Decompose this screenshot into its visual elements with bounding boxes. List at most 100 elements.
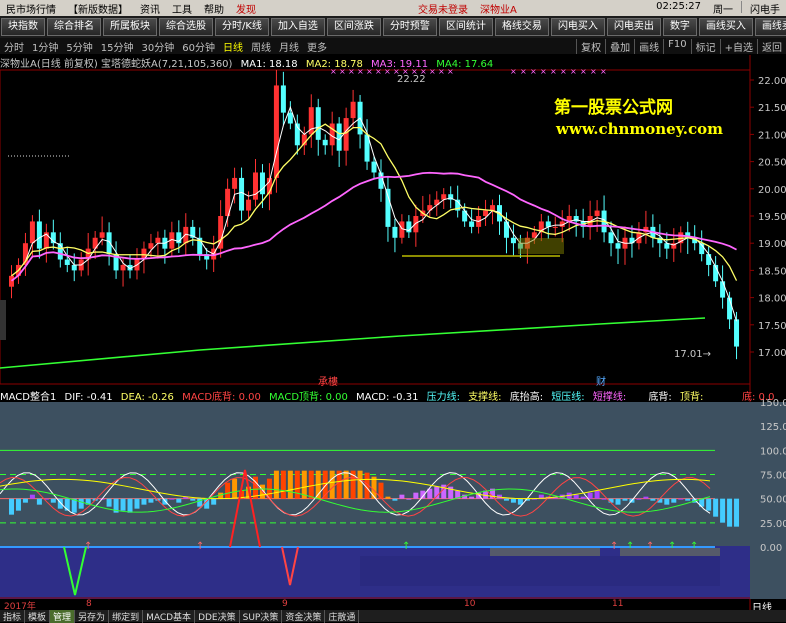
macd-bar [169, 498, 175, 500]
low-annotation: 17.01→ [674, 349, 711, 360]
support-line-label: 支撑线: [468, 392, 502, 403]
indicator-axis-label: 25.00 [760, 519, 786, 530]
bottom-tab[interactable]: 另存为 [75, 609, 110, 623]
signal-arrow: ↑ [196, 541, 204, 552]
marker-cross: × [447, 67, 454, 76]
x-axis: 2017年 8 9 10 11 [0, 599, 750, 612]
macd-bar [22, 498, 28, 503]
macd-bar [273, 470, 279, 499]
watermark-url: www.chnmoney.com [556, 120, 723, 138]
short-press-label: 短压线: [551, 392, 585, 403]
left-handle [0, 300, 6, 340]
bottom-tab[interactable]: 指标 [0, 609, 26, 623]
macd-bar [211, 498, 217, 505]
marker-cross: × [375, 67, 382, 76]
watermark-title: 第一股票公式网 [554, 98, 673, 118]
macd-bar [406, 498, 412, 500]
macd-bar [734, 498, 740, 527]
top-div-label: 顶背: [680, 392, 704, 403]
macd-bar [664, 498, 670, 505]
lower-shade [360, 556, 720, 586]
price-axis-label: 20.00 [758, 185, 786, 196]
candle-body [315, 107, 321, 140]
macd-bar [120, 498, 126, 511]
macd-bar [294, 470, 300, 499]
candle-body [483, 210, 489, 216]
candle-body [120, 264, 126, 271]
candle-body [510, 237, 516, 244]
macd-bar [615, 498, 621, 505]
marker-cross: × [330, 67, 337, 76]
macd-bar [622, 498, 628, 501]
marker-cross: × [570, 67, 577, 76]
price-axis-label: 21.50 [758, 103, 786, 114]
macd-value: MACD: -0.31 [356, 392, 419, 403]
candle-body [350, 101, 356, 119]
macd-bar [127, 498, 133, 513]
price-axis-label: 17.00 [758, 348, 786, 359]
macd-bar [329, 470, 335, 499]
event-marker: 承樓 [318, 375, 338, 388]
candle-body [413, 216, 419, 233]
candle-body [469, 221, 475, 227]
price-axis-label: 17.50 [758, 321, 786, 332]
bottom-tab[interactable]: 管理 [50, 609, 76, 623]
macd-bar [9, 498, 14, 515]
marker-cross: × [560, 67, 567, 76]
indicator-axis-label: 50.00 [760, 495, 786, 506]
price-axis-label: 21.00 [758, 130, 786, 141]
macd-bar [385, 496, 391, 499]
dea-value: DEA: -0.26 [120, 392, 174, 403]
macd-bar [685, 498, 691, 501]
candle-body [155, 237, 161, 244]
signal-arrow: ↑ [402, 541, 410, 552]
marker-cross: × [580, 67, 587, 76]
indicator-name[interactable]: MACD整合1 [0, 392, 56, 403]
macd-bar [594, 490, 600, 499]
indicator-axis-label: 0.00 [760, 543, 782, 554]
marker-cross: × [366, 67, 373, 76]
macd-bar [280, 470, 286, 499]
candle-body [273, 85, 279, 178]
macd-bar [727, 498, 733, 527]
bottom-tab[interactable]: MACD基本 [143, 609, 196, 623]
price-axis-label: 19.50 [758, 212, 786, 223]
indicator-axis-label: 125.00 [760, 422, 786, 433]
bottom-tab[interactable]: 资金决策 [282, 609, 326, 623]
macd-bar [162, 498, 168, 505]
candle-body [552, 226, 558, 228]
marker-cross: × [590, 67, 597, 76]
macd-bar [720, 498, 726, 523]
macd-top-value: MACD顶背: 0.00 [269, 392, 348, 403]
marker-cross: × [550, 67, 557, 76]
lower-band [620, 548, 720, 556]
marker-cross: × [357, 67, 364, 76]
candle-body [343, 118, 349, 151]
candle-body [239, 177, 245, 211]
bottom-tab[interactable]: DDE决策 [195, 609, 240, 623]
bottom-tab[interactable]: 绑定到 [109, 609, 144, 623]
bottom-tab[interactable]: 庄散通 [325, 609, 360, 623]
macd-bar [357, 470, 363, 499]
macd-bar [106, 498, 112, 507]
macd-bar [176, 498, 182, 503]
macd-bar [580, 496, 586, 499]
indicator-info-line: MACD整合1 DIF: -0.41 DEA: -0.26 MACD底背: 0.… [0, 388, 786, 403]
macd-bar [141, 498, 147, 505]
candle-body [615, 243, 621, 249]
bottom-tab[interactable]: 模板 [25, 609, 51, 623]
macd-bar [678, 498, 684, 500]
indicator-axis-label: 75.00 [760, 471, 786, 482]
macd-bar [308, 470, 314, 499]
bottom-tab-bar: 指标 模板 管理 另存为 绑定到 MACD基本 DDE决策 SUP决策 资金决策 庄散通 [0, 609, 786, 623]
x-label-aug: 8 [86, 599, 92, 609]
bottom-tab[interactable]: SUP决策 [240, 609, 283, 623]
macd-bar [706, 498, 712, 511]
short-sup-label: 短撑线: [592, 392, 627, 403]
candle-body [232, 177, 238, 189]
macd-bar [225, 482, 231, 499]
price-axis-label: 20.50 [758, 158, 786, 169]
macd-bar [399, 494, 405, 499]
candle-body [287, 112, 293, 124]
bottom-div-label: 底背: [648, 392, 672, 403]
